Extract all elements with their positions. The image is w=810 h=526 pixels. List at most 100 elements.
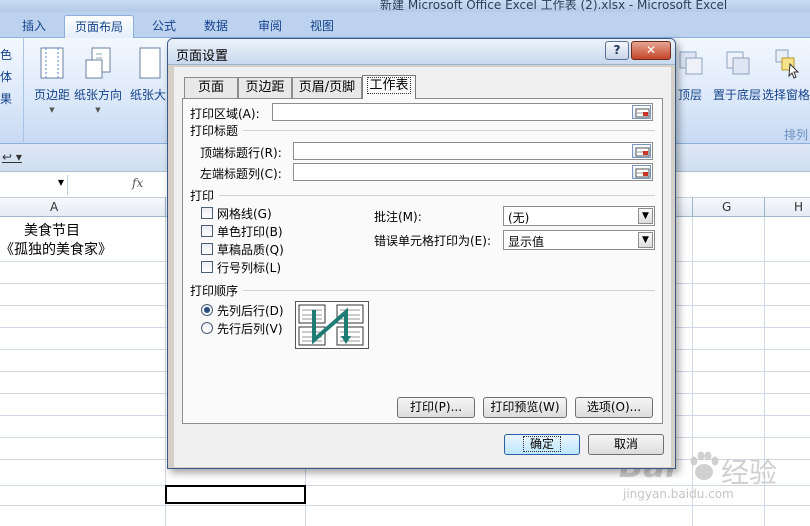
- undo-icon[interactable]: ↩ ▾: [2, 150, 22, 164]
- tab-page-label: 页面: [197, 80, 224, 95]
- orientation-dropdown-arrow: ▼: [95, 106, 101, 114]
- bring-forward-button[interactable]: 顶层: [670, 46, 710, 103]
- cell-a2[interactable]: 《孤独的美食家》: [0, 239, 112, 259]
- name-box-dropdown-icon[interactable]: ▼: [58, 178, 64, 187]
- selected-cell[interactable]: [165, 485, 306, 504]
- print-area-field[interactable]: [272, 103, 653, 121]
- print-section: 打印: [190, 189, 215, 203]
- column-separator: [764, 198, 765, 217]
- row-col-headings-label: 行号列标(L): [217, 261, 282, 275]
- sheet-tab-panel: 打印区域(A): 打印标题 顶端标题行(R): 左端标题列(C): 打印 网格线…: [182, 98, 663, 424]
- black-and-white-checkbox[interactable]: [201, 225, 213, 237]
- page-size-label: 纸张大: [129, 88, 166, 102]
- range-select-icon: [635, 147, 650, 157]
- margins-icon: [38, 46, 66, 80]
- insert-function-button[interactable]: fx: [132, 176, 143, 190]
- selection-pane-button[interactable]: 选择窗格: [762, 46, 810, 103]
- cell-errors-label: 错误单元格打印为(E):: [374, 234, 491, 248]
- column-header-a[interactable]: A: [50, 200, 58, 214]
- close-button[interactable]: ✕: [631, 41, 671, 60]
- rows-to-repeat-label: 顶端标题行(R):: [200, 146, 282, 160]
- page-order-preview-icon: [295, 301, 369, 349]
- print-titles-section: 打印标题: [190, 124, 239, 138]
- orientation-button[interactable]: 纸张方向 ▼: [74, 46, 122, 114]
- column-header-h[interactable]: H: [794, 200, 803, 214]
- columns-to-repeat-field[interactable]: [293, 163, 653, 181]
- selection-pane-label: 选择窗格: [762, 88, 810, 102]
- send-backward-button[interactable]: 置于底层: [710, 46, 764, 103]
- send-backward-icon: [723, 46, 751, 80]
- columns-to-repeat-label: 左端标题列(C):: [200, 167, 282, 181]
- dialog-body: 页面 页边距 页眉/页脚 工作表 打印区域(A): 打印标题 顶端标题行(R):: [174, 67, 671, 467]
- ribbon-tab-formulas[interactable]: 公式: [142, 15, 186, 38]
- ribbon-tab-review[interactable]: 审阅: [248, 15, 292, 38]
- send-backward-label: 置于底层: [712, 88, 761, 102]
- ok-label: 确定: [522, 436, 562, 452]
- column-separator: [692, 198, 693, 217]
- cell-errors-select[interactable]: 显示值 ▼: [503, 230, 655, 250]
- chevron-down-icon[interactable]: ▼: [638, 208, 653, 224]
- down-then-over-radio[interactable]: [201, 304, 213, 316]
- help-icon: ?: [613, 43, 621, 57]
- tab-header-footer-label: 页眉/页脚: [298, 80, 356, 95]
- watermark-cn: 经验: [721, 456, 778, 489]
- page-size-icon: [134, 46, 162, 80]
- tab-sheet[interactable]: 工作表: [362, 75, 416, 99]
- cancel-button[interactable]: 取消: [588, 434, 664, 455]
- cell-a1[interactable]: 美食节目: [24, 220, 80, 240]
- over-then-down-label: 先行后列(V): [217, 322, 283, 336]
- row-col-headings-checkbox[interactable]: [201, 261, 213, 273]
- black-and-white-label: 单色打印(B): [217, 225, 283, 239]
- orientation-label: 纸张方向: [74, 88, 123, 102]
- print-area-collapse-button[interactable]: [632, 105, 651, 119]
- ribbon-tab-view[interactable]: 视图: [300, 15, 344, 38]
- help-button[interactable]: ?: [605, 41, 629, 60]
- gridlines-checkbox[interactable]: [201, 207, 213, 219]
- cell-errors-value: 显示值: [508, 235, 545, 249]
- tab-header-footer[interactable]: 页眉/页脚: [292, 77, 362, 98]
- ribbon-tab-insert[interactable]: 插入: [12, 15, 56, 38]
- page-setup-dialog: 页面设置 ? ✕ 页面 页边距 页眉/页脚 工作表 打印区域(A): 打印标题 …: [167, 38, 676, 469]
- margins-button[interactable]: 页边距 ▼: [28, 46, 76, 114]
- draft-quality-label: 草稿品质(Q): [217, 243, 284, 257]
- options-button[interactable]: 选项(O)...: [575, 397, 653, 418]
- baidu-paw-icon: [690, 451, 719, 480]
- chevron-down-icon[interactable]: ▼: [638, 232, 653, 248]
- column-separator: [165, 198, 166, 217]
- range-select-icon: [635, 108, 650, 118]
- tab-page[interactable]: 页面: [184, 77, 238, 98]
- down-then-over-label: 先列后行(D): [217, 304, 284, 318]
- tab-sheet-label: 工作表: [367, 77, 411, 94]
- dialog-title: 页面设置: [176, 49, 229, 64]
- rows-to-repeat-field[interactable]: [293, 142, 653, 160]
- columns-to-repeat-collapse-button[interactable]: [632, 165, 651, 179]
- tab-margins[interactable]: 页边距: [238, 77, 292, 98]
- range-select-icon: [635, 168, 650, 178]
- bring-forward-label: 顶层: [677, 88, 702, 102]
- comments-select[interactable]: (无) ▼: [503, 206, 655, 226]
- page-order-divider: [243, 290, 655, 291]
- dialog-title-bar[interactable]: 页面设置 ? ✕: [168, 39, 675, 65]
- over-then-down-radio[interactable]: [201, 322, 213, 334]
- theme-effects-label[interactable]: 果: [0, 90, 12, 107]
- name-box[interactable]: ▼: [0, 175, 68, 195]
- page-order-section: 打印顺序: [190, 284, 239, 298]
- ok-button[interactable]: 确定: [504, 434, 580, 455]
- ribbon-tab-data[interactable]: 数据: [194, 15, 238, 38]
- print-button[interactable]: 打印(P)...: [397, 397, 475, 418]
- close-icon: ✕: [645, 43, 657, 57]
- print-preview-button[interactable]: 打印预览(W): [483, 397, 567, 418]
- draft-quality-checkbox[interactable]: [201, 243, 213, 255]
- print-area-label: 打印区域(A):: [190, 107, 260, 121]
- ribbon-tab-page-layout[interactable]: 页面布局: [64, 15, 135, 38]
- theme-colors-label[interactable]: 色: [0, 46, 12, 63]
- page-size-button[interactable]: 纸张大: [128, 46, 168, 103]
- column-header-g[interactable]: G: [722, 200, 731, 214]
- rows-to-repeat-collapse-button[interactable]: [632, 144, 651, 158]
- arrange-group-label: 排列: [783, 128, 808, 142]
- tab-margins-label: 页边距: [245, 80, 285, 95]
- print-divider: [219, 195, 655, 196]
- bring-forward-icon: [676, 46, 704, 80]
- theme-fonts-label[interactable]: 体: [0, 68, 12, 85]
- orientation-icon: [84, 46, 112, 80]
